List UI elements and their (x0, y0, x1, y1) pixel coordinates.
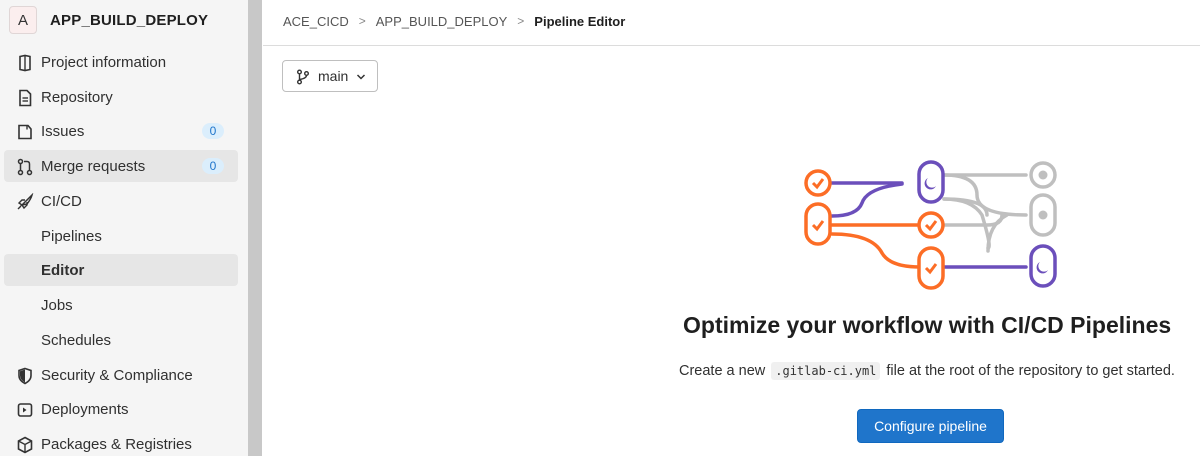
sidebar-item-label: Packages & Registries (41, 435, 192, 453)
shield-icon (18, 367, 32, 385)
sidebar-item-cicd[interactable]: CI/CD (4, 185, 238, 217)
pipeline-illustration (804, 160, 1057, 290)
branch-selector-button[interactable]: main (282, 60, 378, 92)
issues-icon (18, 124, 32, 140)
empty-state-desc-before: Create a new (679, 363, 766, 379)
project-info-icon (19, 54, 31, 72)
sidebar-item-repository[interactable]: Repository (4, 81, 238, 113)
merge-request-icon (17, 158, 33, 176)
sidebar-item-label: Editor (41, 261, 85, 279)
sidebar-item-packages-registries[interactable]: Packages & Registries (4, 428, 238, 456)
issues-count-badge: 0 (202, 123, 224, 139)
sidebar-item-label: Issues (41, 122, 85, 140)
empty-state-description: Create a new .gitlab-ci.yml file at the … (679, 362, 1175, 380)
header-divider (263, 45, 1200, 46)
project-header[interactable]: A APP_BUILD_DEPLOY (0, 0, 248, 40)
sidebar-item-editor[interactable]: Editor (4, 254, 238, 286)
sidebar-item-label: Merge requests (41, 157, 146, 175)
breadcrumb: ACE_CICD > APP_BUILD_DEPLOY > Pipeline E… (283, 12, 625, 30)
sidebar-item-label: Repository (41, 88, 113, 106)
sidebar-item-issues[interactable]: Issues 0 (4, 115, 238, 147)
sidebar-item-label: Project information (41, 53, 167, 71)
breadcrumb-separator: > (517, 14, 525, 28)
deployments-icon (17, 403, 33, 417)
sidebar-item-pipelines[interactable]: Pipelines (4, 220, 238, 252)
document-icon (19, 89, 32, 107)
sidebar-item-label: Security & Compliance (41, 366, 193, 384)
sidebar-item-merge-requests[interactable]: Merge requests 0 (4, 150, 238, 182)
sidebar-item-label: Jobs (41, 296, 73, 314)
sidebar-item-security-compliance[interactable]: Security & Compliance (4, 359, 238, 391)
empty-state-desc-after: file at the root of the repository to ge… (886, 363, 1175, 379)
sidebar-item-label: Pipelines (41, 227, 102, 245)
breadcrumb-item-current[interactable]: Pipeline Editor (534, 14, 625, 29)
project-avatar[interactable]: A (9, 6, 37, 34)
rocket-icon (17, 193, 34, 210)
configure-pipeline-button[interactable]: Configure pipeline (857, 409, 1004, 443)
package-icon (17, 436, 33, 454)
sidebar-item-jobs[interactable]: Jobs (4, 289, 238, 321)
project-name[interactable]: APP_BUILD_DEPLOY (50, 12, 208, 29)
sidebar-item-project-information[interactable]: Project information (4, 46, 238, 78)
sidebar-item-label: Deployments (41, 400, 129, 418)
sidebar-scrollbar[interactable] (248, 0, 262, 456)
breadcrumb-separator: > (358, 14, 366, 28)
sidebar-item-label: Schedules (41, 331, 112, 349)
sidebar-item-schedules[interactable]: Schedules (4, 324, 238, 356)
breadcrumb-item-project[interactable]: APP_BUILD_DEPLOY (376, 14, 508, 29)
sidebar: A APP_BUILD_DEPLOY Project information R… (0, 0, 248, 456)
ci-file-code: .gitlab-ci.yml (771, 362, 881, 380)
breadcrumb-item-group[interactable]: ACE_CICD (283, 14, 349, 29)
chevron-down-icon (356, 74, 366, 80)
branch-name: main (318, 68, 349, 84)
empty-state-title: Optimize your workflow with CI/CD Pipeli… (683, 312, 1172, 338)
sidebar-item-label: CI/CD (41, 192, 82, 210)
branch-icon (297, 69, 309, 85)
sidebar-item-deployments[interactable]: Deployments (4, 393, 238, 425)
merge-requests-count-badge: 0 (202, 158, 224, 174)
